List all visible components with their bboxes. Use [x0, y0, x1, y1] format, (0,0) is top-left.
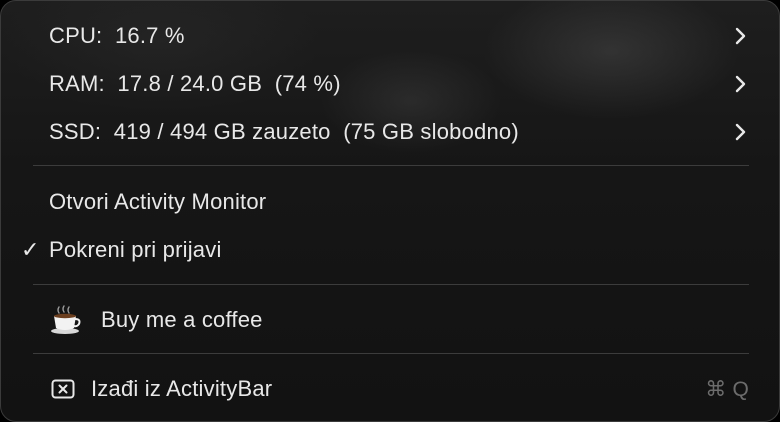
- menu-item-launch-at-login[interactable]: ✓ Pokreni pri prijavi: [1, 228, 779, 272]
- quit-shortcut: ⌘ Q: [705, 377, 749, 401]
- menu-item-ram[interactable]: RAM: 17.8 / 24.0 GB (74 %): [1, 62, 779, 106]
- ssd-label: SSD: 419 / 494 GB zauzeto (75 GB slobodn…: [49, 119, 519, 144]
- chevron-right-icon: [735, 27, 746, 45]
- launch-at-login-label: Pokreni pri prijavi: [49, 237, 222, 262]
- close-box-icon: [51, 379, 75, 399]
- ram-label: RAM: 17.8 / 24.0 GB (74 %): [49, 71, 341, 96]
- coffee-cup-icon: [51, 305, 81, 334]
- quit-label: Izađi iz ActivityBar: [91, 376, 273, 401]
- activitybar-menu: CPU: 16.7 % RAM: 17.8 / 24.0 GB (74 %) S…: [0, 0, 780, 422]
- open-activity-monitor-label: Otvori Activity Monitor: [49, 189, 267, 214]
- chevron-right-icon: [735, 123, 746, 141]
- chevron-right-icon: [735, 75, 746, 93]
- menu-item-open-activity-monitor[interactable]: Otvori Activity Monitor: [1, 180, 779, 224]
- menu-item-buy-coffee[interactable]: Buy me a coffee: [1, 298, 779, 342]
- menu-separator: [33, 284, 749, 285]
- menu-item-quit[interactable]: Izađi iz ActivityBar ⌘ Q: [1, 367, 779, 411]
- menu-item-cpu[interactable]: CPU: 16.7 %: [1, 14, 779, 58]
- menu-separator: [33, 165, 749, 166]
- checkmark-icon: ✓: [21, 237, 40, 262]
- buy-coffee-label: Buy me a coffee: [101, 307, 263, 332]
- menu-item-ssd[interactable]: SSD: 419 / 494 GB zauzeto (75 GB slobodn…: [1, 110, 779, 154]
- cpu-label: CPU: 16.7 %: [49, 23, 185, 48]
- menu-separator: [33, 353, 749, 354]
